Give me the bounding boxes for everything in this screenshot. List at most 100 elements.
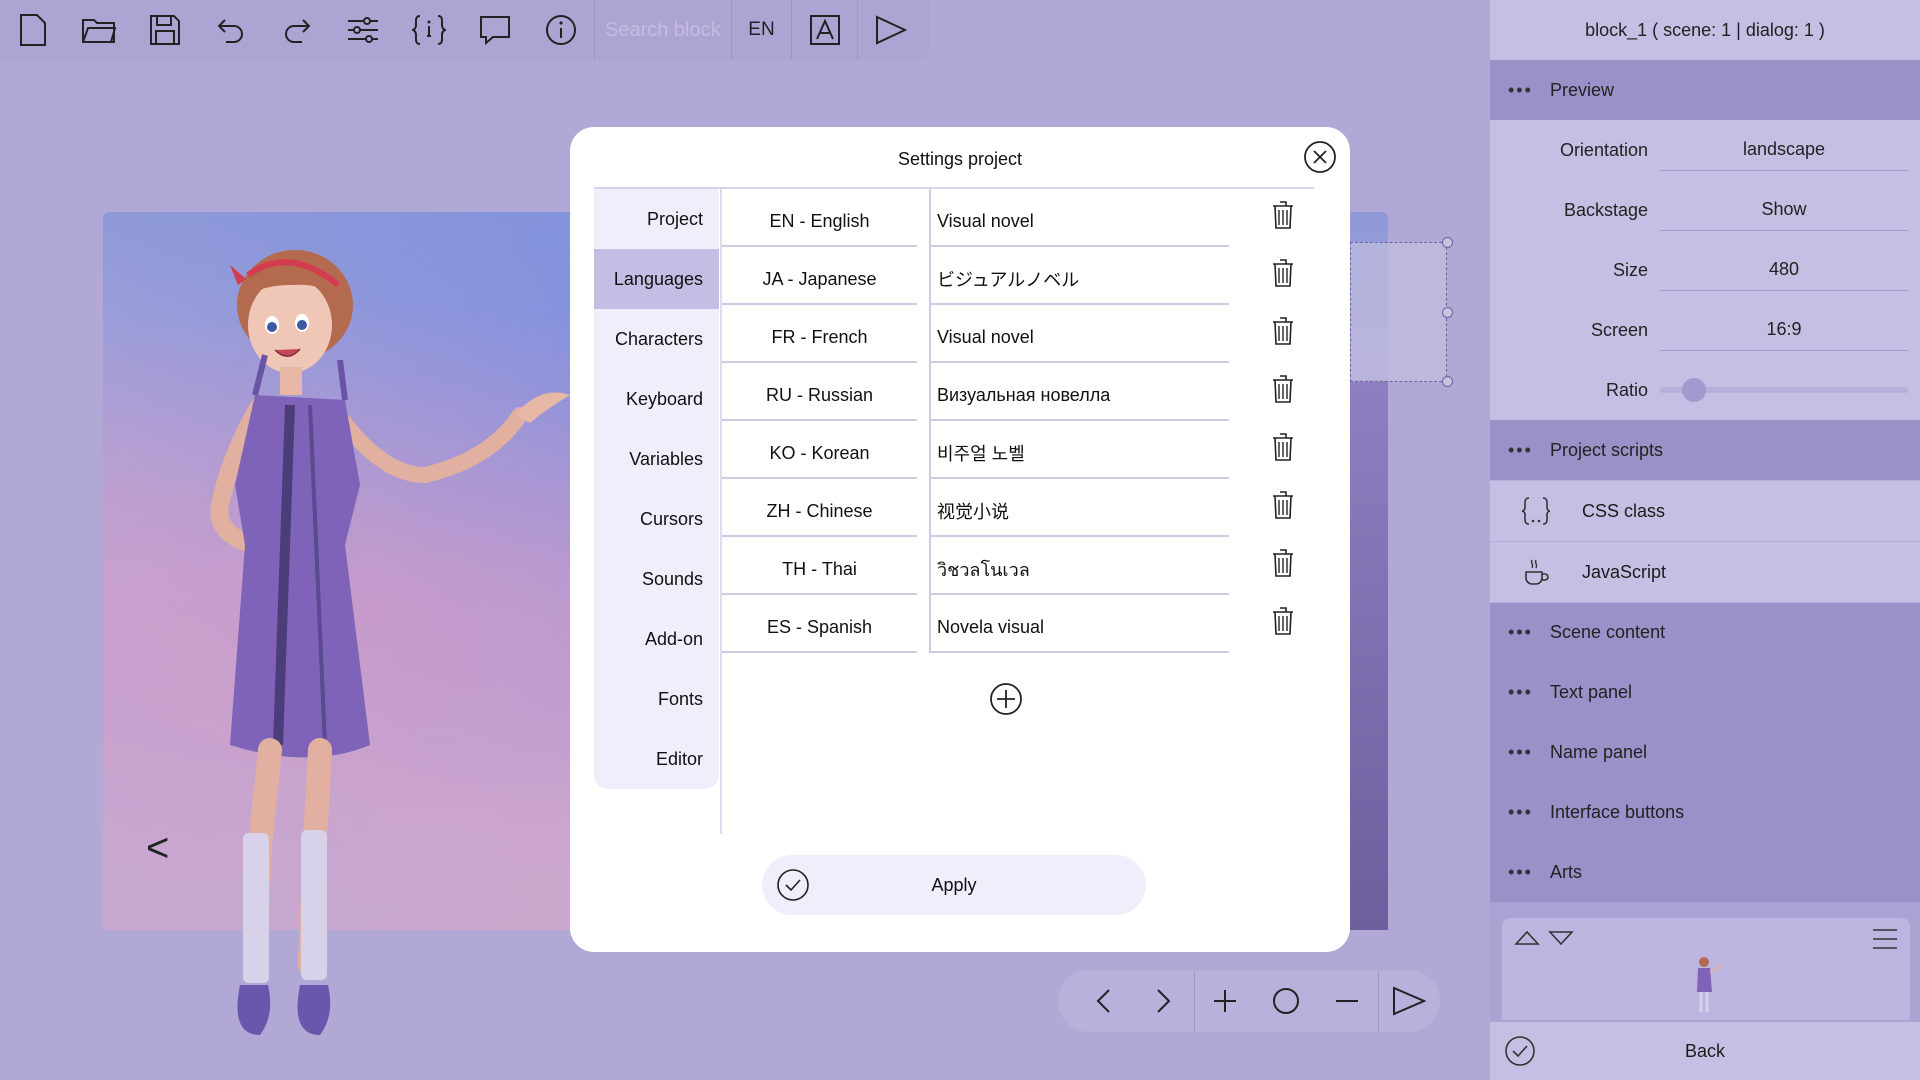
trash-icon[interactable] xyxy=(1272,433,1294,461)
stage-back-arrow[interactable]: < xyxy=(146,826,169,871)
circle-icon[interactable] xyxy=(1256,970,1317,1032)
apply-button[interactable]: Apply xyxy=(762,855,1146,915)
more-icon: ••• xyxy=(1508,681,1533,702)
block-header: block_1 ( scene: 1 | dialog: 1 ) xyxy=(1490,0,1920,60)
nav-item-characters[interactable]: Characters xyxy=(594,309,719,369)
nav-label: Project xyxy=(646,208,703,229)
play-icon[interactable] xyxy=(858,0,924,60)
screen-label: Screen xyxy=(1590,319,1648,340)
nav-item-cursors[interactable]: Cursors xyxy=(594,489,719,549)
language-title-field[interactable]: 비주얼 노벨 xyxy=(929,421,1229,479)
nav-item-add-on[interactable]: Add-on xyxy=(594,609,719,669)
save-icon[interactable] xyxy=(132,0,198,60)
language-code-field[interactable]: TH - Thai xyxy=(722,537,917,595)
nav-item-variables[interactable]: Variables xyxy=(594,429,719,489)
character-thumbnail[interactable] xyxy=(1692,956,1724,1016)
move-down-icon[interactable] xyxy=(1548,930,1574,946)
next-icon[interactable] xyxy=(1133,970,1194,1032)
nav-item-sounds[interactable]: Sounds xyxy=(594,549,719,609)
ratio-slider[interactable] xyxy=(1660,378,1908,402)
language-title-field[interactable]: วิชวลโนเวล xyxy=(929,537,1229,595)
resize-handle[interactable] xyxy=(1442,307,1453,318)
trash-icon[interactable] xyxy=(1272,201,1294,229)
language-code-field[interactable]: ES - Spanish xyxy=(722,595,917,653)
nav-item-editor[interactable]: Editor xyxy=(594,729,719,789)
language-title-field[interactable]: Novela visual xyxy=(929,595,1229,653)
language-title-field[interactable]: ビジュアルノベル xyxy=(929,247,1229,305)
resize-handle[interactable] xyxy=(1442,237,1453,248)
language-code-field[interactable]: EN - English xyxy=(722,189,917,247)
section-project-scripts[interactable]: ••• Project scripts xyxy=(1490,420,1920,480)
dialog-title: Settings project xyxy=(897,149,1023,169)
add-language-icon[interactable] xyxy=(989,682,1023,716)
selection-box[interactable] xyxy=(1350,237,1453,387)
nav-label: Characters xyxy=(614,328,703,349)
language-code-field[interactable]: RU - Russian xyxy=(722,363,917,421)
language-code-field[interactable]: FR - French xyxy=(722,305,917,363)
previous-icon[interactable] xyxy=(1072,970,1133,1032)
search-block-field[interactable] xyxy=(594,0,732,60)
trash-icon[interactable] xyxy=(1272,491,1294,519)
close-icon[interactable] xyxy=(1303,140,1337,174)
slider-knob[interactable] xyxy=(1682,378,1707,402)
settings-sliders-icon[interactable] xyxy=(330,0,396,60)
section-label: Arts xyxy=(1550,861,1583,882)
move-up-icon[interactable] xyxy=(1514,930,1540,946)
nav-item-project[interactable]: Project xyxy=(594,189,719,249)
font-icon[interactable] xyxy=(792,0,858,60)
row-orientation: Orientation landscape xyxy=(1490,120,1920,180)
resize-handle[interactable] xyxy=(1442,376,1453,387)
javascript-label: JavaScript xyxy=(1582,561,1667,582)
open-folder-icon[interactable] xyxy=(66,0,132,60)
language-code-field[interactable]: JA - Japanese xyxy=(722,247,917,305)
trash-icon[interactable] xyxy=(1272,607,1294,635)
remove-icon[interactable] xyxy=(1317,970,1378,1032)
ratio-label: Ratio xyxy=(1605,379,1648,400)
nav-label: Fonts xyxy=(657,688,703,709)
menu-icon[interactable] xyxy=(1872,928,1898,950)
section-name-panel[interactable]: ••• Name panel xyxy=(1490,722,1920,782)
trash-icon[interactable] xyxy=(1272,317,1294,345)
language-switch-button[interactable]: EN xyxy=(732,0,792,60)
section-text-panel[interactable]: ••• Text panel xyxy=(1490,662,1920,722)
trash-icon[interactable] xyxy=(1272,375,1294,403)
backstage-value[interactable]: Show xyxy=(1660,189,1908,231)
nav-item-languages[interactable]: Languages xyxy=(594,249,719,309)
language-title-field[interactable]: Визуальная новелла xyxy=(929,363,1229,421)
language-title-field[interactable]: 视觉小说 xyxy=(929,479,1229,537)
css-class-item[interactable]: CSS class xyxy=(1490,480,1920,541)
play-icon[interactable] xyxy=(1379,970,1440,1032)
section-interface-buttons[interactable]: ••• Interface buttons xyxy=(1490,782,1920,842)
orientation-value[interactable]: landscape xyxy=(1660,129,1908,171)
screen-value[interactable]: 16:9 xyxy=(1660,309,1908,351)
section-preview[interactable]: ••• Preview xyxy=(1490,60,1920,120)
language-title-field[interactable]: Visual novel xyxy=(929,305,1229,363)
new-file-icon[interactable] xyxy=(0,0,66,60)
nav-label: Languages xyxy=(613,268,703,289)
row-size: Size 480 xyxy=(1490,240,1920,300)
language-title-field[interactable]: Visual novel xyxy=(929,189,1229,247)
search-block-input[interactable] xyxy=(605,18,721,42)
section-scene-content[interactable]: ••• Scene content xyxy=(1490,602,1920,662)
language-code-field[interactable]: KO - Korean xyxy=(722,421,917,479)
info-icon[interactable] xyxy=(528,0,594,60)
nav-item-keyboard[interactable]: Keyboard xyxy=(594,369,719,429)
nav-label: Keyboard xyxy=(625,388,703,409)
size-value[interactable]: 480 xyxy=(1660,249,1908,291)
redo-icon[interactable] xyxy=(264,0,330,60)
back-button[interactable]: Back xyxy=(1490,1022,1920,1080)
add-icon[interactable] xyxy=(1195,970,1256,1032)
variables-braces-icon[interactable] xyxy=(396,0,462,60)
character-sprite[interactable] xyxy=(160,245,580,1045)
trash-icon[interactable] xyxy=(1272,549,1294,577)
section-arts[interactable]: ••• Arts xyxy=(1490,842,1920,902)
section-label: Project scripts xyxy=(1550,439,1664,460)
more-icon: ••• xyxy=(1508,861,1533,882)
language-code-field[interactable]: ZH - Chinese xyxy=(722,479,917,537)
nav-item-fonts[interactable]: Fonts xyxy=(594,669,719,729)
undo-icon[interactable] xyxy=(198,0,264,60)
javascript-item[interactable]: JavaScript xyxy=(1490,541,1920,602)
trash-icon[interactable] xyxy=(1272,259,1294,287)
dialog-bubble-icon[interactable] xyxy=(462,0,528,60)
coffee-cup-icon xyxy=(1490,557,1582,587)
